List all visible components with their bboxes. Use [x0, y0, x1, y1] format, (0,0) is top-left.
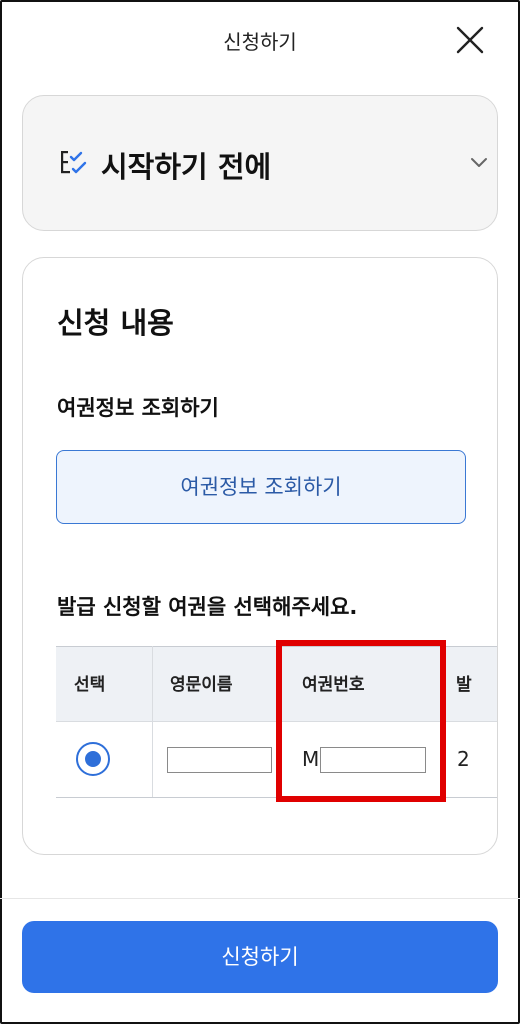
issue-date-partial: 2 — [457, 747, 470, 771]
passport-lookup-label: 여권정보 조회하기 — [57, 396, 219, 420]
header: 신청하기 — [0, 0, 520, 80]
page-title: 신청하기 — [223, 30, 297, 54]
header-select: 선택 — [74, 675, 106, 695]
before-start-accordion[interactable]: 시작하기 전에 — [22, 95, 498, 231]
passport-select-radio[interactable] — [76, 742, 110, 776]
section-title: 신청 내용 — [57, 306, 174, 340]
passport-number-highlight — [276, 640, 446, 802]
footer-divider — [0, 898, 520, 899]
checklist-icon — [61, 151, 87, 174]
submit-button[interactable]: 신청하기 — [22, 921, 498, 993]
close-icon — [456, 26, 484, 54]
english-name-field — [167, 747, 272, 773]
passport-lookup-button[interactable]: 여권정보 조회하기 — [56, 450, 466, 524]
before-start-title: 시작하기 전에 — [101, 150, 272, 184]
chevron-down-icon — [471, 158, 487, 167]
header-english-name: 영문이름 — [170, 675, 233, 695]
header-issue-partial: 발 — [456, 675, 472, 695]
select-passport-label: 발급 신청할 여권을 선택해주세요. — [57, 595, 358, 619]
close-button[interactable] — [454, 24, 486, 56]
